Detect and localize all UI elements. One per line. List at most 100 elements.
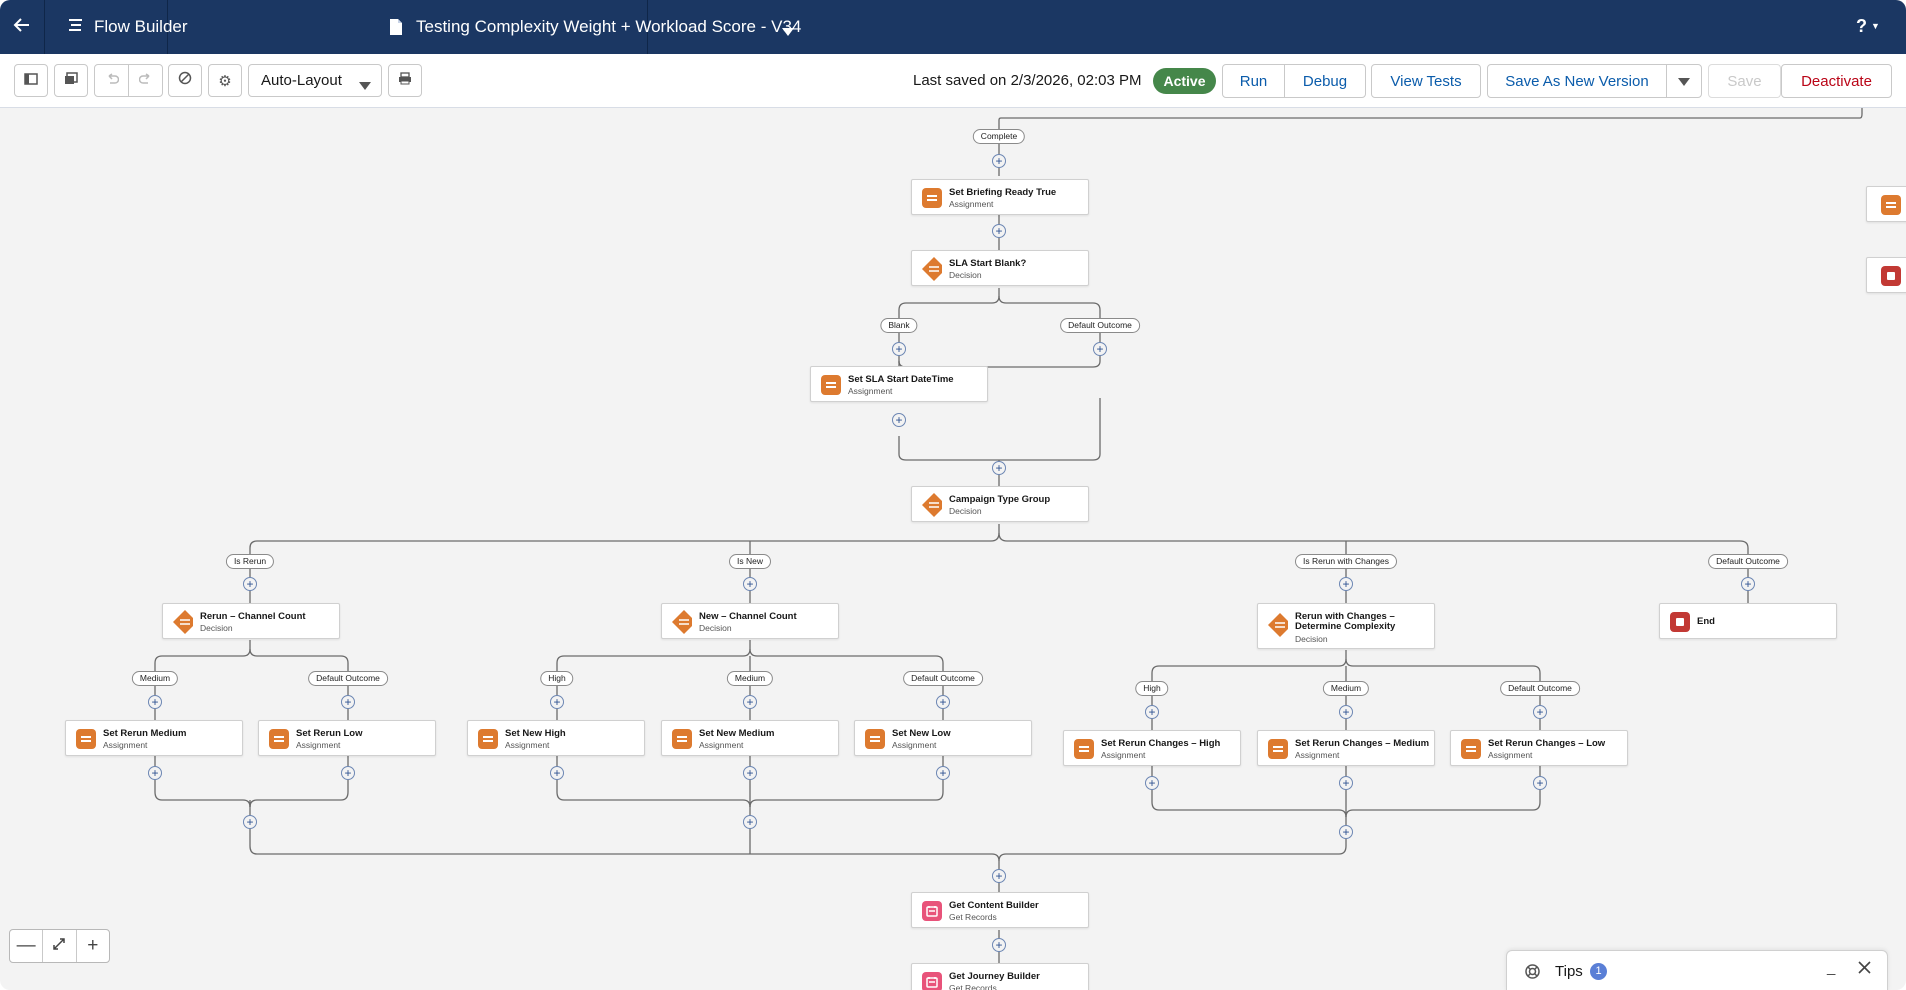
node-end[interactable]: End [1659, 603, 1837, 639]
last-saved-text: Last saved on 2/3/2026, 02:03 PM [913, 72, 1142, 89]
zoom-controls: — + [9, 929, 110, 963]
add-element-button[interactable]: + [148, 695, 162, 709]
tips-panel[interactable]: Tips 1 _ [1506, 950, 1888, 990]
add-element-button[interactable]: + [1339, 776, 1353, 790]
flow-canvas[interactable]: Complete Blank Default Outcome Is Rerun … [0, 108, 1906, 990]
add-element-button[interactable]: + [1093, 342, 1107, 356]
add-element-button[interactable]: + [148, 766, 162, 780]
view-tests-button[interactable]: View Tests [1371, 64, 1481, 98]
deactivate-button[interactable]: Deactivate [1781, 64, 1892, 98]
add-element-button[interactable]: + [1339, 705, 1353, 719]
redo-button[interactable] [128, 64, 163, 97]
get-records-icon [922, 901, 942, 921]
add-element-button[interactable]: + [892, 413, 906, 427]
plus-icon: + [995, 224, 1003, 238]
add-element-button[interactable]: + [1741, 577, 1755, 591]
zoom-out-button[interactable]: — [10, 930, 44, 962]
add-element-button[interactable]: + [341, 766, 355, 780]
node-campaign-type-group[interactable]: Campaign Type Group Decision [911, 486, 1089, 522]
add-element-button[interactable]: + [936, 695, 950, 709]
add-element-button[interactable]: + [341, 695, 355, 709]
node-set-new-low[interactable]: Set New Low Assignment [854, 720, 1032, 756]
node-set-sla-start-datetime[interactable]: Set SLA Start DateTime Assignment [810, 366, 988, 402]
resources-button[interactable] [54, 64, 88, 97]
save-as-new-version-button[interactable]: Save As New Version [1487, 64, 1667, 98]
outcome-label-default[interactable]: Default Outcome [1500, 681, 1580, 696]
node-offscreen-end[interactable] [1866, 257, 1906, 293]
outcome-label-medium[interactable]: Medium [726, 671, 774, 686]
save-button[interactable]: Save [1708, 64, 1781, 98]
redo-icon [138, 72, 153, 90]
node-set-rerun-low[interactable]: Set Rerun Low Assignment [258, 720, 436, 756]
add-element-button[interactable]: + [1533, 705, 1547, 719]
outcome-label-default[interactable]: Default Outcome [1060, 318, 1140, 333]
node-rerun-channel-count[interactable]: Rerun – Channel Count Decision [162, 603, 340, 639]
run-button[interactable]: Run [1222, 64, 1285, 98]
node-set-new-high[interactable]: Set New High Assignment [467, 720, 645, 756]
node-new-channel-count[interactable]: New – Channel Count Decision [661, 603, 839, 639]
flow-title-menu[interactable]: Testing Complexity Weight + Workload Sco… [168, 0, 801, 54]
outcome-label-is-new[interactable]: Is New [729, 554, 771, 569]
add-element-button[interactable]: + [550, 766, 564, 780]
outcome-label-default[interactable]: Default Outcome [308, 671, 388, 686]
node-offscreen-assignment[interactable] [1866, 186, 1906, 222]
add-element-button[interactable]: + [992, 461, 1006, 475]
help-menu[interactable]: ? ▼ [1856, 16, 1880, 37]
outcome-label-high[interactable]: High [540, 671, 574, 686]
add-element-button[interactable]: + [743, 815, 757, 829]
save-menu-button[interactable] [1666, 64, 1702, 98]
outcome-label-is-rerun[interactable]: Is Rerun [225, 554, 275, 569]
outcome-label-medium[interactable]: Medium [131, 671, 179, 686]
add-element-button[interactable]: + [243, 577, 257, 591]
undo-button[interactable] [94, 64, 129, 97]
add-element-button[interactable]: + [743, 695, 757, 709]
node-rerun-with-changes-determine-complexity[interactable]: Rerun with Changes – Determine Complexit… [1257, 603, 1435, 649]
minimize-button[interactable]: _ [1827, 959, 1835, 976]
add-element-button[interactable]: + [992, 224, 1006, 238]
assignment-icon [821, 375, 841, 395]
add-element-button[interactable]: + [1145, 776, 1159, 790]
back-button[interactable] [0, 0, 45, 54]
node-set-new-medium[interactable]: Set New Medium Assignment [661, 720, 839, 756]
node-set-rerun-changes-medium[interactable]: Set Rerun Changes – Medium Assignment [1257, 730, 1435, 766]
node-set-briefing-ready-true[interactable]: Set Briefing Ready True Assignment [911, 179, 1089, 215]
toggle-panel-button[interactable] [14, 64, 48, 97]
outcome-label-blank[interactable]: Blank [880, 318, 918, 333]
outcome-label-default[interactable]: Default Outcome [1708, 554, 1788, 569]
outcome-label-high[interactable]: High [1135, 681, 1169, 696]
plus-icon: + [344, 766, 352, 780]
node-get-journey-builder[interactable]: Get Journey Builder Get Records [911, 963, 1089, 990]
add-element-button[interactable]: + [992, 154, 1006, 168]
outcome-label-is-rerun-with-changes[interactable]: Is Rerun with Changes [1295, 554, 1397, 569]
add-element-button[interactable]: + [743, 577, 757, 591]
add-element-button[interactable]: + [1145, 705, 1159, 719]
outcome-label-medium[interactable]: Medium [1322, 681, 1370, 696]
add-element-button[interactable]: + [892, 342, 906, 356]
node-set-rerun-changes-low[interactable]: Set Rerun Changes – Low Assignment [1450, 730, 1628, 766]
add-element-button[interactable]: + [1339, 577, 1353, 591]
settings-button[interactable]: ⚙ [208, 64, 242, 97]
add-element-button[interactable]: + [550, 695, 564, 709]
add-element-button[interactable]: + [992, 869, 1006, 883]
outcome-label-complete[interactable]: Complete [972, 129, 1026, 144]
add-element-button[interactable]: + [992, 938, 1006, 952]
node-set-rerun-changes-high[interactable]: Set Rerun Changes – High Assignment [1063, 730, 1241, 766]
print-button[interactable] [388, 64, 422, 97]
add-element-button[interactable]: + [1339, 825, 1353, 839]
fit-view-button[interactable] [43, 930, 77, 962]
zoom-in-button[interactable]: + [77, 930, 109, 962]
node-get-content-builder[interactable]: Get Content Builder Get Records [911, 892, 1089, 928]
node-set-rerun-medium[interactable]: Set Rerun Medium Assignment [65, 720, 243, 756]
add-element-button[interactable]: + [243, 815, 257, 829]
debug-button[interactable]: Debug [1284, 64, 1366, 98]
add-element-button[interactable]: + [1533, 776, 1547, 790]
node-sla-start-blank[interactable]: SLA Start Blank? Decision [911, 250, 1089, 286]
check-errors-button[interactable] [168, 64, 202, 97]
assignment-icon [269, 729, 289, 749]
close-button[interactable] [1858, 961, 1871, 979]
add-element-button[interactable]: + [936, 766, 950, 780]
outcome-label-default[interactable]: Default Outcome [903, 671, 983, 686]
layout-select[interactable]: Auto-Layout [248, 64, 382, 97]
add-element-button[interactable]: + [743, 766, 757, 780]
assignment-icon [672, 729, 692, 749]
